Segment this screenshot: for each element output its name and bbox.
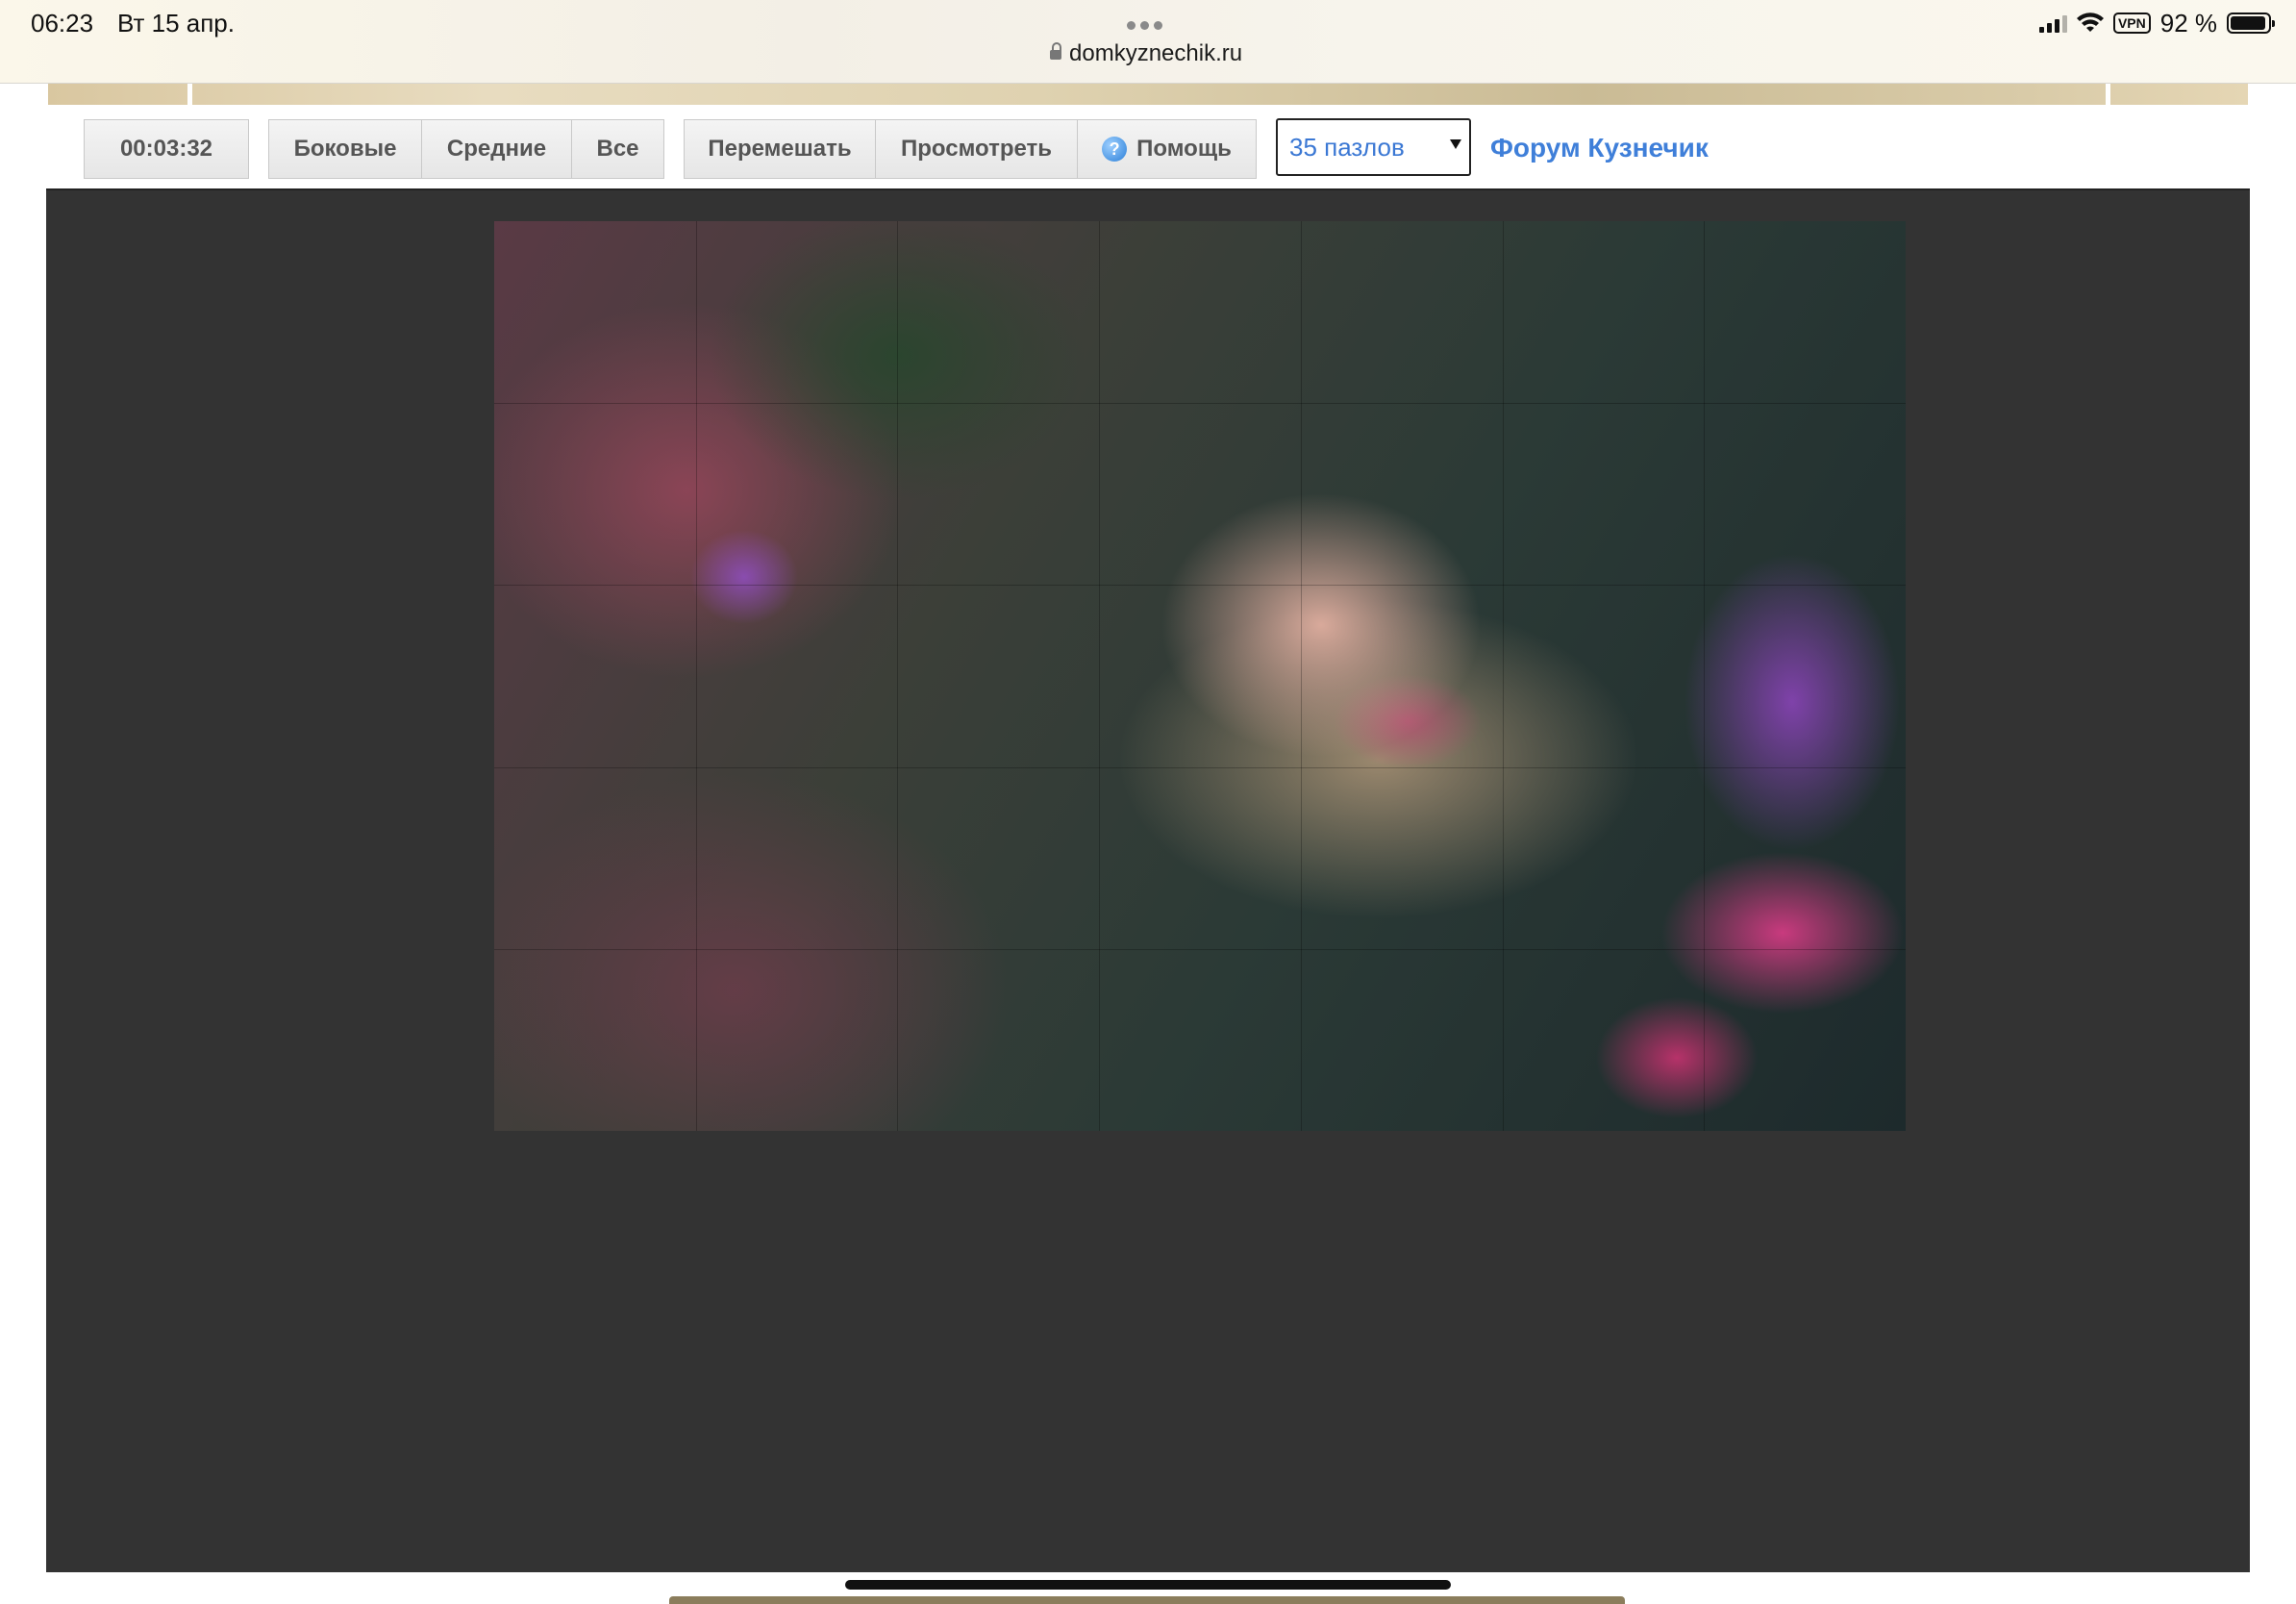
all-pieces-button[interactable]: Все [571,119,664,179]
cellular-signal-icon [2038,13,2067,33]
shuffle-button[interactable]: Перемешать [684,119,876,179]
piece-seam-vertical [696,221,697,1131]
piece-seam-vertical [1099,221,1100,1131]
url-text: domkyznechik.ru [1069,40,1243,66]
site-header-banner [48,84,2248,105]
middle-pieces-button[interactable]: Средние [421,119,572,179]
multitasking-dots-icon[interactable] [1127,17,1171,30]
piece-count-value: 35 пазлов [1289,132,1405,162]
preview-button[interactable]: Просмотреть [875,119,1078,179]
puzzle-board[interactable] [46,188,2250,1572]
forum-link[interactable]: Форум Кузнечик [1490,133,1709,163]
address-bar[interactable]: domkyznechik.ru [1050,40,1242,67]
help-label: Помощь [1136,136,1232,162]
piece-seam-horizontal [494,949,1906,950]
piece-seam-vertical [897,221,898,1131]
piece-seam-vertical [1301,221,1302,1131]
page-bottom-element [669,1596,1625,1604]
vpn-badge: VPN [2112,13,2151,34]
piece-count-select[interactable]: 35 пазлов [1276,118,1471,176]
clock: 06:23 [31,9,94,38]
edge-pieces-button[interactable]: Боковые [268,119,422,179]
dropdown-arrow-icon [1450,139,1461,149]
piece-seam-horizontal [494,585,1906,586]
date: Вт 15 апр. [117,9,235,38]
assembled-puzzle-image[interactable] [494,221,1906,1131]
help-icon: ? [1102,137,1128,162]
home-indicator[interactable] [845,1580,1451,1590]
battery-icon [2227,13,2275,34]
help-button[interactable]: ? Помощь [1077,119,1257,179]
wifi-icon [2076,13,2104,32]
status-bar: 06:23 Вт 15 апр. domkyznechik.ru VPN 92 … [0,0,2296,84]
piece-seam-vertical [1503,221,1504,1131]
timer-display: 00:03:32 [84,119,249,179]
system-indicators: VPN 92 % [2038,8,2275,38]
piece-seam-horizontal [494,403,1906,404]
piece-seam-vertical [1704,221,1705,1131]
lock-icon [1050,42,1061,60]
piece-seam-horizontal [494,767,1906,768]
battery-percent: 92 % [2159,8,2217,38]
puzzle-toolbar: 00:03:32 Боковые Средние Все Перемешать … [0,108,2296,187]
